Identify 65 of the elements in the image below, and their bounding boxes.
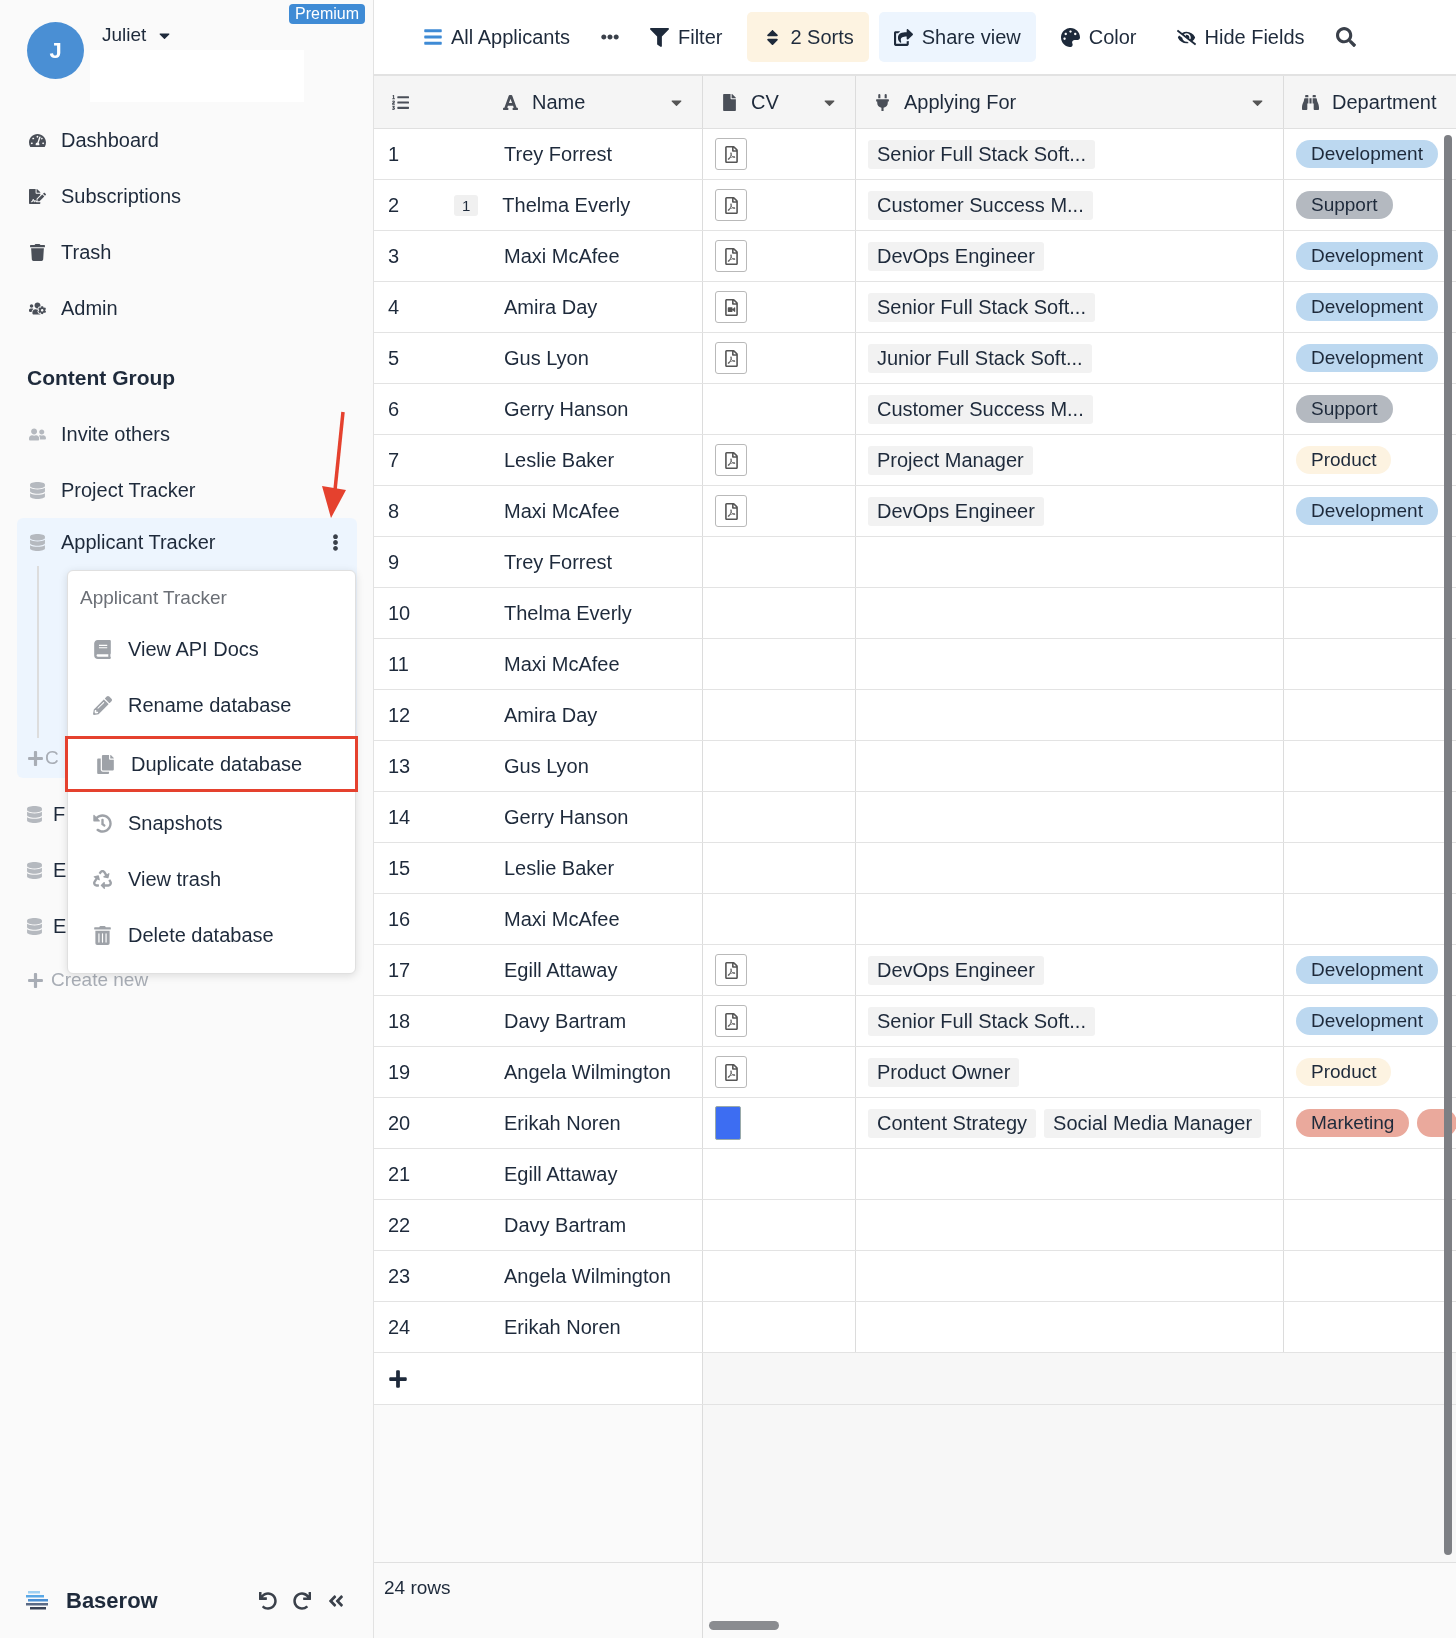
department-tag: Support [1296, 191, 1393, 219]
brand-name: Baserow [66, 1587, 159, 1614]
row-number: 21 [388, 1162, 412, 1186]
row-number: 6 [388, 397, 401, 421]
table-cell: Davy Bartram [504, 1213, 627, 1237]
table-cell: Amira Day [504, 703, 598, 727]
table-cell: Amira Day [504, 295, 598, 319]
department-tag: Development [1296, 242, 1438, 270]
row-number: 12 [388, 703, 412, 727]
department-tag: Product [1296, 446, 1392, 474]
row-number: 15 [388, 856, 412, 880]
table-cell: Maxi McAfee [504, 907, 620, 931]
row-number: 7 [388, 448, 401, 472]
table-cell: Thelma Everly [502, 193, 631, 217]
row-number: 10 [388, 601, 412, 625]
row-number: 9 [388, 550, 401, 574]
row-number: 17 [388, 958, 412, 982]
table-cell: Maxi McAfee [504, 652, 620, 676]
menu-title: Applicant Tracker [79, 586, 228, 610]
row-number: 5 [388, 346, 401, 370]
table-cell: Thelma Everly [504, 601, 632, 625]
row-number: 8 [388, 499, 401, 523]
table-cell: Egill Attaway [504, 958, 618, 982]
row-number: 22 [388, 1213, 412, 1237]
table-cell: Maxi McAfee [504, 499, 620, 523]
row-number: 2 [388, 193, 401, 217]
department-tag: Development [1296, 293, 1438, 321]
group-title: Content Group [26, 365, 177, 391]
table-cell: Leslie Baker [504, 448, 615, 472]
table-cell: Leslie Baker [504, 856, 615, 880]
table-cell: Maxi McAfee [504, 244, 620, 268]
department-tag: Development [1296, 1007, 1438, 1035]
row-number: 1 [388, 142, 401, 166]
department-tag: Product [1296, 1058, 1392, 1086]
row-number: 18 [388, 1009, 412, 1033]
row-count: 24 rows [384, 1577, 451, 1598]
row-number: 3 [388, 244, 401, 268]
table-cell: Gus Lyon [504, 346, 589, 370]
premium-badge: Premium [289, 4, 365, 24]
department-tag: Development [1296, 344, 1438, 372]
table-cell: Trey Forrest [504, 142, 613, 166]
row-number: 19 [388, 1060, 412, 1084]
row-number: 14 [388, 805, 412, 829]
table-cell: Erikah Noren [504, 1111, 621, 1135]
table-cell: Davy Bartram [504, 1009, 627, 1033]
table-cell: Angela Wilmington [504, 1264, 671, 1288]
department-tag: Development [1296, 140, 1438, 168]
row-number: 13 [388, 754, 412, 778]
department-tag: Marketing [1296, 1109, 1410, 1137]
table-cell: Angela Wilmington [504, 1060, 671, 1084]
row-number: 16 [388, 907, 412, 931]
table-cell: Erikah Noren [504, 1315, 621, 1339]
table-cell: Gus Lyon [504, 754, 589, 778]
row-number: 23 [388, 1264, 412, 1288]
row-number: 11 [388, 652, 410, 676]
table-cell: Trey Forrest [504, 550, 613, 574]
department-tag: Support [1296, 395, 1393, 423]
department-tag: Development [1296, 956, 1438, 984]
row-number: 20 [388, 1111, 412, 1135]
department-tag: Development [1296, 497, 1438, 525]
table-cell: Egill Attaway [504, 1162, 618, 1186]
table-cell: Gerry Hanson [504, 397, 629, 421]
table-cell: Gerry Hanson [504, 805, 629, 829]
row-number: 24 [388, 1315, 412, 1339]
row-number: 4 [388, 295, 401, 319]
